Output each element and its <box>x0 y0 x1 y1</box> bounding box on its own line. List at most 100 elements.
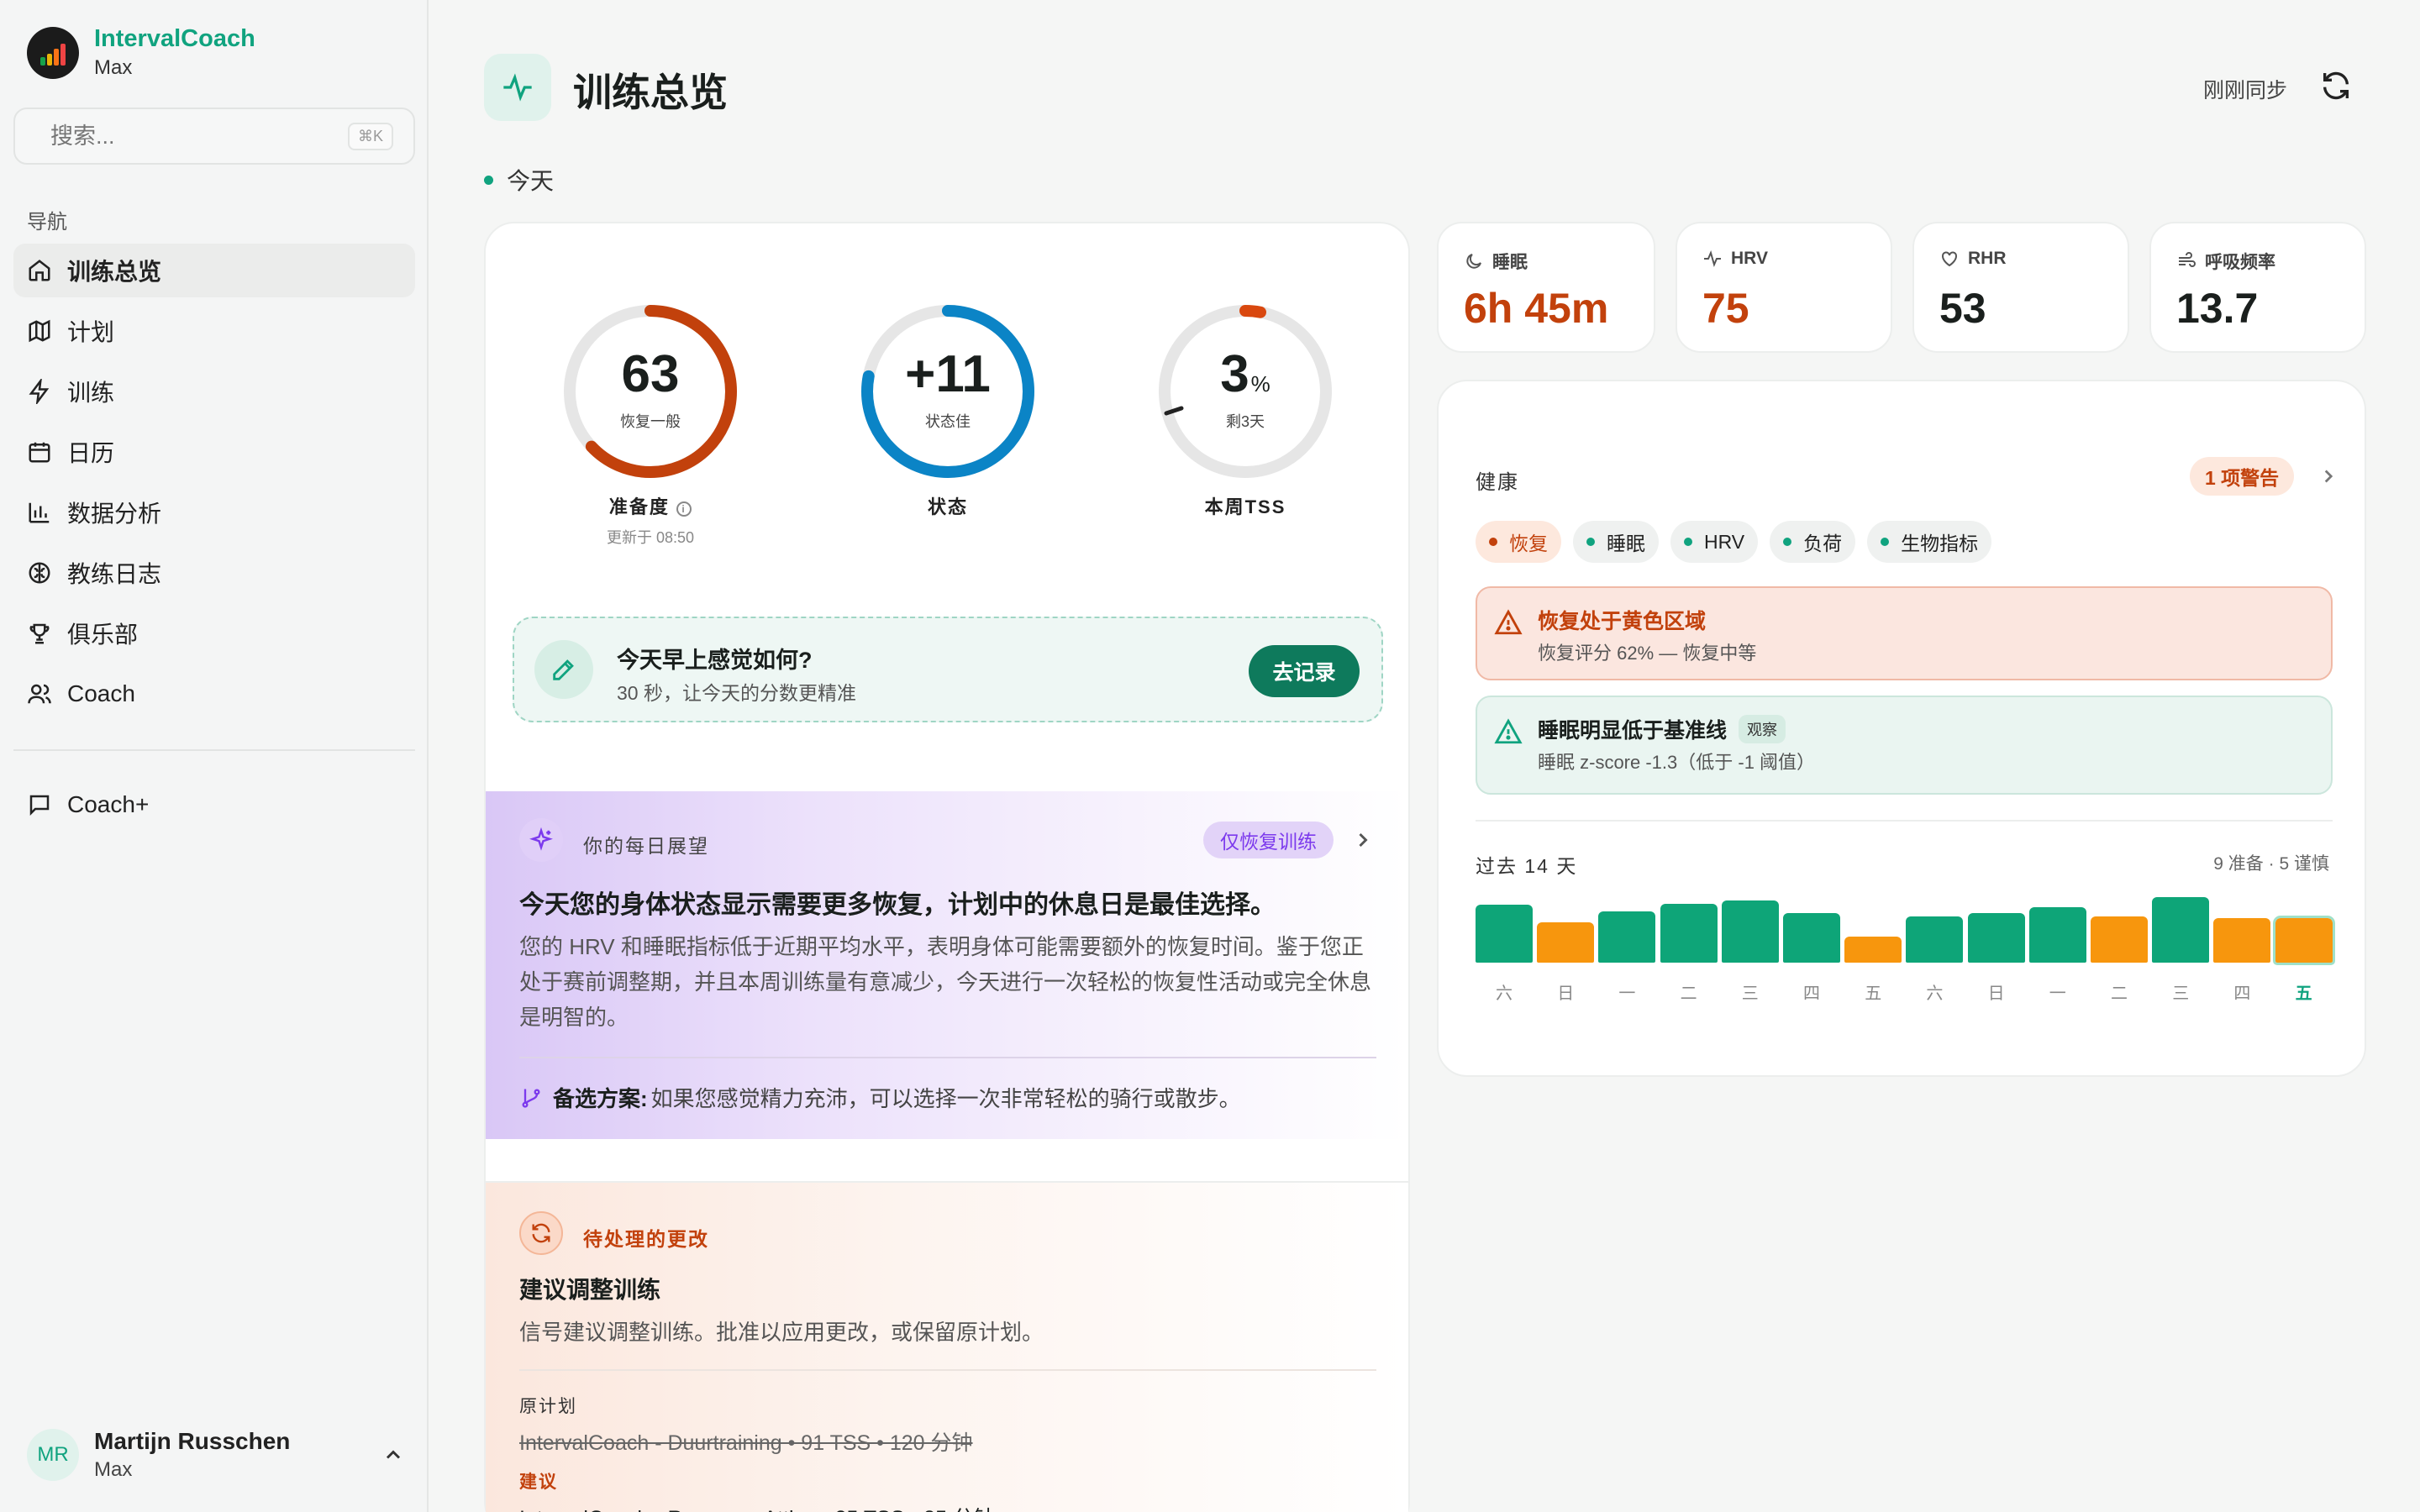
outlook-body: 您的 HRV 和睡眠指标低于近期平均水平，表明身体可能需要额外的恢复时间。鉴于您… <box>519 934 1372 1030</box>
alert-subtitle: 恢复评分 62% — 恢复中等 <box>1538 643 1757 664</box>
pulse-icon <box>484 54 551 121</box>
history-day-label: 二 <box>2111 984 2128 1003</box>
sidebar-item-label: 数据分析 <box>67 501 162 527</box>
history-bar[interactable] <box>2028 907 2086 963</box>
sidebar-item-coach-log[interactable]: 教练日志 <box>13 546 415 600</box>
activity-icon <box>1704 250 1721 267</box>
app-root: IntervalCoach Max ⌘K 导航 训练总览 计划 训练 <box>0 0 2420 1512</box>
sidebar-item-label: 计划 <box>67 319 115 345</box>
sidebar-item-overview[interactable]: 训练总览 <box>13 244 415 297</box>
sidebar-item-analytics[interactable]: 数据分析 <box>13 486 415 539</box>
chevron-right-icon[interactable] <box>2317 465 2339 487</box>
history-bar[interactable] <box>1537 922 1595 963</box>
divider <box>1476 820 2333 822</box>
outlook-title: 今天您的身体状态显示需要更多恢复，计划中的休息日是最佳选择。 <box>519 891 1276 919</box>
chevron-up-icon[interactable] <box>381 1443 405 1467</box>
sidebar-item-coach-plus[interactable]: Coach+ <box>13 778 415 832</box>
history-bars <box>1476 895 2335 965</box>
nav-list: 训练总览 计划 训练 日历 数据分析 教练日志 俱乐部 Coach <box>13 244 415 727</box>
chip-sleep[interactable]: 睡眠 <box>1573 521 1659 563</box>
refresh-icon[interactable] <box>2319 69 2353 102</box>
checkin-subtitle: 30 秒，让今天的分数更精准 <box>617 682 856 704</box>
chip-hrv[interactable]: HRV <box>1670 521 1759 563</box>
trophy-icon <box>29 623 50 644</box>
chevron-right-icon[interactable] <box>1351 828 1375 852</box>
brand[interactable]: IntervalCoach Max <box>27 25 255 80</box>
rhr-value: 53 <box>1939 285 1986 332</box>
sidebar-item-label: Coach+ <box>67 791 150 817</box>
history-bar[interactable] <box>1783 913 1840 963</box>
sidebar-item-label: 训练 <box>67 380 115 406</box>
sidebar-item-label: 俱乐部 <box>67 622 139 648</box>
history-bar[interactable] <box>2272 916 2335 965</box>
history-title: 过去 14 天 <box>1476 855 1578 877</box>
history-bar[interactable] <box>1598 911 1656 963</box>
tss-caption: 本周TSS <box>1204 496 1286 517</box>
sidebar-item-calendar[interactable]: 日历 <box>13 425 415 479</box>
history-bar[interactable] <box>1721 900 1779 963</box>
sidebar-item-club[interactable]: 俱乐部 <box>13 606 415 660</box>
nav-heading: 导航 <box>27 211 67 234</box>
observe-badge: 观察 <box>1739 715 1786 743</box>
sidebar-item-plan[interactable]: 计划 <box>13 304 415 358</box>
info-icon[interactable]: i <box>676 501 692 517</box>
history-summary: 9 准备 · 5 谨慎 <box>2213 854 2329 874</box>
history-day-label: 二 <box>1680 984 1697 1003</box>
sidebar-item-workouts[interactable]: 训练 <box>13 365 415 418</box>
search-box[interactable]: ⌘K <box>13 108 415 165</box>
metric-respiration[interactable]: 呼吸频率 13.7 <box>2149 222 2366 353</box>
chip-biomarkers[interactable]: 生物指标 <box>1867 521 1992 563</box>
metric-rhr[interactable]: RHR 53 <box>1912 222 2129 353</box>
search-shortcut: ⌘K <box>348 122 394 150</box>
pencil-icon <box>534 640 593 699</box>
history-day-label: 五 <box>2295 984 2312 1003</box>
history-bar[interactable] <box>2091 916 2148 963</box>
log-checkin-button[interactable]: 去记录 <box>1249 645 1360 697</box>
metric-sleep[interactable]: 睡眠 6h 45m <box>1437 222 1655 353</box>
message-icon <box>29 795 50 816</box>
calendar-icon <box>29 442 50 463</box>
history-bar[interactable] <box>1906 916 1964 963</box>
user-menu[interactable]: MR Martijn Russchen Max <box>27 1428 405 1482</box>
history-bar[interactable] <box>2152 897 2210 963</box>
daily-outlook[interactable]: 你的每日展望 仅恢复训练 今天您的身体状态显示需要更多恢复，计划中的休息日是最佳… <box>486 791 1408 1139</box>
health-card: 健康 1 项警告 恢复 睡眠 HRV 负荷 生物指标 恢复处于黄色区域 恢复评分… <box>1437 380 2366 1077</box>
outlook-tag: 你的每日展望 <box>583 835 709 857</box>
history-bar[interactable] <box>1660 904 1718 963</box>
history-day-label: 六 <box>1496 984 1512 1003</box>
tss-ring[interactable]: 3% 剩3天 本周TSS <box>1156 302 1334 519</box>
map-icon <box>29 319 50 343</box>
moon-icon <box>1466 254 1481 269</box>
form-ring[interactable]: +11 状态佳 状态 <box>859 302 1037 519</box>
checkin-title: 今天早上感觉如何? <box>617 648 813 673</box>
alert-sleep[interactable]: 睡眠明显低于基准线 观察 睡眠 z-score -1.3（低于 -1 阈值） <box>1476 696 2333 795</box>
pending-title: 建议调整训练 <box>519 1277 661 1303</box>
readiness-ring[interactable]: 63 恢复一般 准备度 i 更新于 08:50 <box>561 302 739 548</box>
form-caption: 状态 <box>927 496 968 517</box>
history-day-label: 一 <box>2049 984 2066 1003</box>
user-plan: Max <box>94 1458 133 1481</box>
alert-recovery[interactable]: 恢复处于黄色区域 恢复评分 62% — 恢复中等 <box>1476 586 2333 680</box>
history-bar[interactable] <box>2213 918 2271 963</box>
wind-icon <box>2179 252 2196 267</box>
pending-body: 信号建议调整训练。批准以应用更改，或保留原计划。 <box>519 1320 1044 1345</box>
chip-load[interactable]: 负荷 <box>1770 521 1856 563</box>
sidebar-item-label: Coach <box>67 680 135 706</box>
recovery-only-badge: 仅恢复训练 <box>1203 822 1334 858</box>
warning-badge[interactable]: 1 项警告 <box>2190 457 2295 496</box>
sidebar-item-label: 教练日志 <box>67 561 162 587</box>
history-bar[interactable] <box>1967 913 2025 963</box>
alert-subtitle: 睡眠 z-score -1.3（低于 -1 阈值） <box>1538 752 1816 773</box>
sidebar-divider <box>13 749 415 751</box>
history-bar[interactable] <box>1844 937 1902 963</box>
metric-hrv[interactable]: HRV 75 <box>1676 222 1892 353</box>
history-day-label: 日 <box>1557 984 1575 1003</box>
sidebar-item-label: 日历 <box>67 440 115 466</box>
sidebar-item-coach[interactable]: Coach <box>13 667 415 721</box>
user-name: Martijn Russchen <box>94 1428 291 1454</box>
chip-recovery[interactable]: 恢复 <box>1476 521 1561 563</box>
alert-title: 恢复处于黄色区域 <box>1538 610 1707 633</box>
history-days: 六日一二三四五六日一二三四五 <box>1476 979 2333 1005</box>
history-bar[interactable] <box>1476 905 1533 963</box>
search-input[interactable] <box>50 123 348 150</box>
